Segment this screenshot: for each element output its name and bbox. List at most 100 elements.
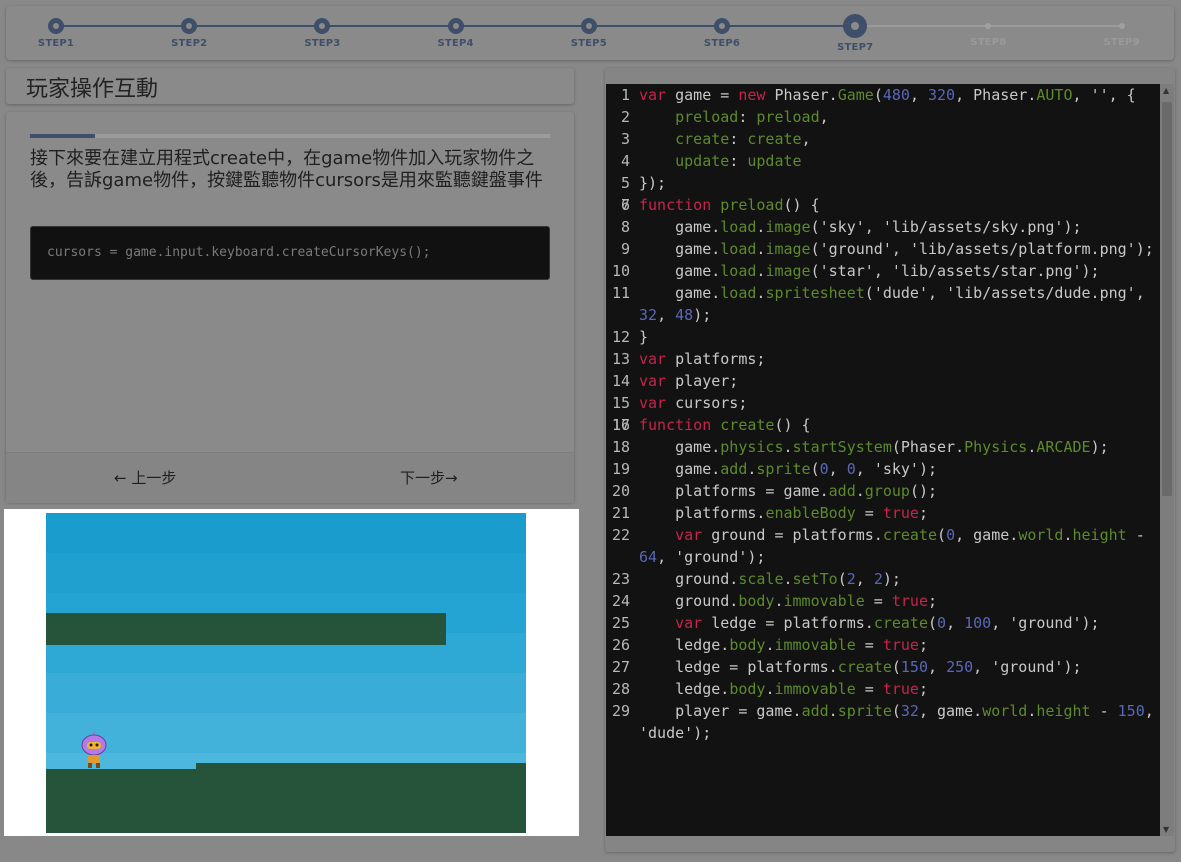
code-text: function create() { bbox=[639, 416, 811, 434]
code-line[interactable]: 15 var cursors; bbox=[606, 392, 1160, 414]
line-number: 3 bbox=[620, 130, 630, 148]
step-label: STEP1 bbox=[37, 38, 75, 49]
step-item-8[interactable]: STEP8 bbox=[948, 16, 1028, 48]
code-line[interactable]: 25 var ledge = platforms.create(0, 100, … bbox=[606, 612, 1160, 634]
code-line[interactable]: 8 game.load.image('sky', 'lib/assets/sky… bbox=[606, 216, 1160, 238]
player-sprite bbox=[81, 731, 107, 768]
code-text: var platforms; bbox=[639, 350, 766, 368]
next-step-button[interactable]: 下一步→ bbox=[400, 467, 458, 488]
step-dot-icon bbox=[48, 18, 64, 34]
code-line[interactable]: 26 ledge.body.immovable = true; bbox=[606, 634, 1160, 656]
code-line[interactable]: 18 game.physics.startSystem(Phaser.Physi… bbox=[606, 436, 1160, 458]
line-number: 21 bbox=[611, 504, 630, 522]
code-text: ledge = platforms.create(150, 250, 'grou… bbox=[639, 658, 1082, 676]
step-label: STEP4 bbox=[437, 38, 474, 49]
code-text: player = game.add.sprite(32, game.world.… bbox=[639, 702, 1154, 742]
code-text: create: create, bbox=[675, 130, 811, 148]
code-line[interactable]: 27 ledge = platforms.create(150, 250, 'g… bbox=[606, 656, 1160, 678]
code-line[interactable]: 29 player = game.add.sprite(32, game.wor… bbox=[606, 700, 1160, 744]
line-number: 9 bbox=[620, 240, 630, 258]
code-text: game.physics.startSystem(Phaser.Physics.… bbox=[639, 438, 1109, 456]
step-item-7[interactable]: STEP7 bbox=[815, 14, 895, 53]
line-number: 19 bbox=[611, 460, 630, 478]
line-number: 23 bbox=[611, 570, 630, 588]
sky-band bbox=[46, 553, 526, 593]
step-label: STEP9 bbox=[1103, 37, 1140, 48]
step-label: STEP5 bbox=[570, 38, 607, 49]
step-item-6[interactable]: STEP6 bbox=[682, 16, 762, 49]
step-item-4[interactable]: STEP4 bbox=[416, 16, 496, 49]
code-line[interactable]: 22 var ground = platforms.create(0, game… bbox=[606, 524, 1160, 568]
code-line[interactable]: 24 ground.body.immovable = true; bbox=[606, 590, 1160, 612]
code-text: game.load.image('star', 'lib/assets/star… bbox=[639, 262, 1100, 280]
line-number: 28 bbox=[611, 680, 630, 698]
code-line[interactable]: 23 ground.scale.setTo(2, 2); bbox=[606, 568, 1160, 590]
scroll-down-icon[interactable]: ▼ bbox=[1163, 825, 1169, 834]
line-number: 2 bbox=[620, 108, 630, 126]
line-number: 10 bbox=[611, 262, 630, 280]
step-dot-icon bbox=[181, 18, 198, 34]
code-line[interactable]: 9 game.load.image('ground', 'lib/assets/… bbox=[606, 238, 1160, 260]
line-number: 29 bbox=[611, 702, 630, 720]
code-text: platforms = game.add.group(); bbox=[639, 482, 938, 500]
code-line[interactable]: 13 var platforms; bbox=[606, 348, 1160, 370]
upper-ledge bbox=[46, 613, 446, 645]
line-number: 18 bbox=[611, 438, 630, 456]
code-line[interactable]: 19 game.add.sprite(0, 0, 'sky'); bbox=[606, 458, 1160, 480]
sky-band bbox=[46, 713, 526, 753]
code-text: ground.scale.setTo(2, 2); bbox=[639, 570, 901, 588]
code-snippet-box: cursors = game.input.keyboard.createCurs… bbox=[30, 226, 550, 280]
line-number: 11 bbox=[611, 284, 630, 302]
code-line[interactable]: 7 function preload() { bbox=[606, 194, 1160, 216]
code-line[interactable]: 3 create: create, bbox=[606, 128, 1160, 150]
step-dot-icon bbox=[580, 18, 597, 34]
code-line[interactable]: 11 game.load.spritesheet('dude', 'lib/as… bbox=[606, 282, 1160, 326]
step-label: STEP8 bbox=[970, 37, 1007, 48]
sky-band bbox=[46, 673, 526, 713]
step-item-1[interactable]: STEP1 bbox=[16, 16, 96, 49]
code-text: var cursors; bbox=[639, 394, 748, 412]
code-line[interactable]: 4 update: update bbox=[606, 150, 1160, 172]
code-line[interactable]: 1 var game = new Phaser.Game(480, 320, Ph… bbox=[606, 84, 1160, 106]
lesson-nav-bar: ← 上一步 下一步→ bbox=[6, 452, 574, 503]
line-number: 25 bbox=[611, 614, 630, 632]
code-line[interactable]: 10 game.load.image('star', 'lib/assets/s… bbox=[606, 260, 1160, 282]
code-editor-panel: 1 var game = new Phaser.Game(480, 320, Ph… bbox=[605, 68, 1175, 852]
step-item-2[interactable]: STEP2 bbox=[149, 16, 229, 49]
line-number: 4 bbox=[620, 152, 630, 170]
code-line[interactable]: 17 function create() { bbox=[606, 414, 1160, 436]
line-number: 26 bbox=[611, 636, 630, 654]
step-label: STEP2 bbox=[171, 38, 208, 49]
code-line[interactable]: 20 platforms = game.add.group(); bbox=[606, 480, 1160, 502]
step-progress-bar: STEP1 STEP2 STEP3 STEP4 STEP5 STEP6 STEP7 STEP8… bbox=[6, 6, 1174, 60]
scroll-up-icon[interactable]: ▲ bbox=[1163, 86, 1169, 95]
step-label: STEP6 bbox=[703, 38, 741, 49]
code-text: } bbox=[639, 328, 649, 346]
step-item-9[interactable]: STEP9 bbox=[1082, 16, 1162, 48]
code-line[interactable]: 21 platforms.enableBody = true; bbox=[606, 502, 1160, 524]
editor-scrollbar-thumb[interactable] bbox=[1162, 102, 1172, 496]
page-title: 玩家操作互動 bbox=[26, 77, 159, 102]
editor-scrollbar[interactable]: ▲ ▼ bbox=[1160, 84, 1174, 836]
code-line[interactable]: 5}); bbox=[606, 172, 1160, 194]
prev-step-button[interactable]: ← 上一步 bbox=[114, 467, 176, 488]
code-line[interactable]: 2 preload: preload, bbox=[606, 106, 1160, 128]
code-text: preload: preload, bbox=[675, 108, 829, 126]
code-text: var player; bbox=[639, 372, 739, 390]
ground-platform bbox=[46, 769, 526, 833]
code-text: var game = new Phaser.Game(480, 320, Pha… bbox=[639, 86, 1136, 104]
line-number: 5 bbox=[620, 174, 630, 192]
step-label: STEP3 bbox=[304, 38, 341, 49]
line-number: 27 bbox=[611, 658, 630, 676]
code-editor[interactable]: 1 var game = new Phaser.Game(480, 320, Ph… bbox=[606, 84, 1160, 836]
code-line[interactable]: 14 var player; bbox=[606, 370, 1160, 392]
line-number: 7 bbox=[620, 196, 630, 214]
line-number: 17 bbox=[611, 416, 630, 434]
code-line[interactable]: 28 ledge.body.immovable = true; bbox=[606, 678, 1160, 700]
game-canvas[interactable] bbox=[46, 513, 526, 833]
code-text: platforms.enableBody = true; bbox=[639, 504, 928, 522]
step-item-3[interactable]: STEP3 bbox=[282, 16, 362, 49]
code-line[interactable]: 12} bbox=[606, 326, 1160, 348]
step-item-5[interactable]: STEP5 bbox=[549, 16, 629, 49]
step-dot-icon bbox=[314, 18, 331, 34]
